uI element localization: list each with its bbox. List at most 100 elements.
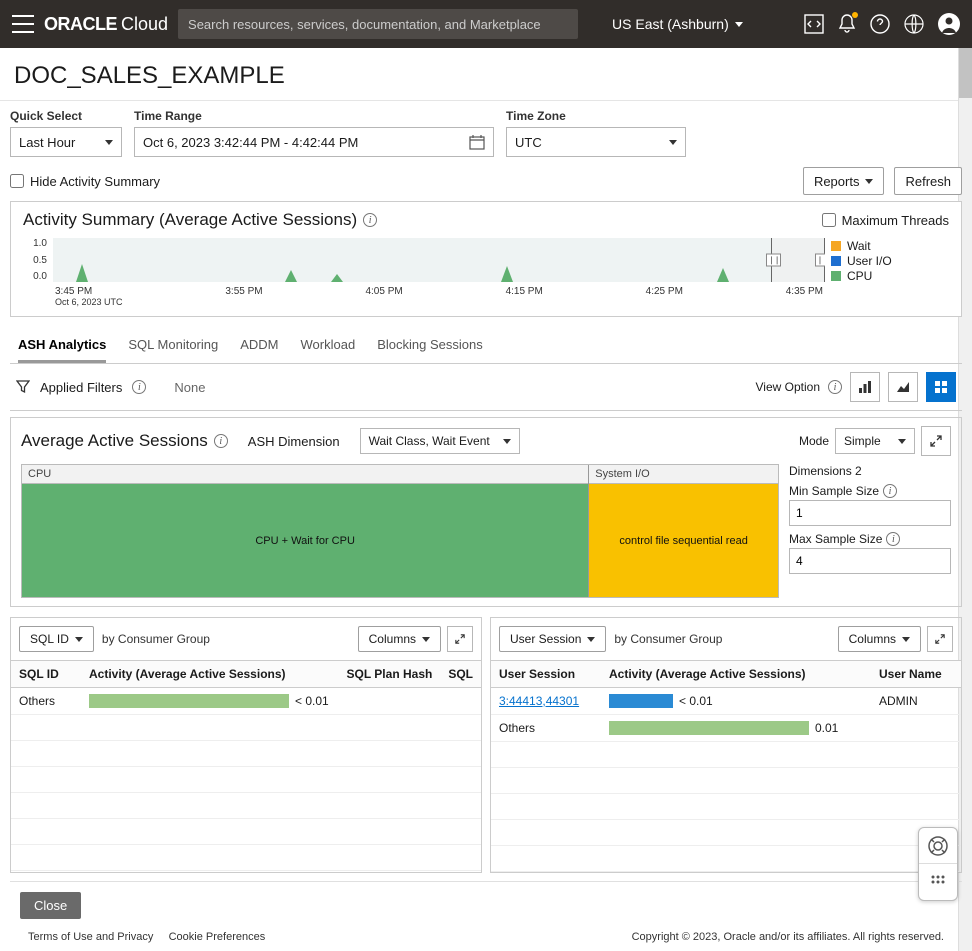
col-sql[interactable]: SQL xyxy=(440,661,481,688)
aas-treemap[interactable]: CPU CPU + Wait for CPU System I/O contro… xyxy=(21,464,779,598)
max-threads-input[interactable] xyxy=(822,213,836,227)
global-search[interactable] xyxy=(178,9,578,39)
quick-select[interactable]: Last Hour xyxy=(10,127,122,157)
help-icon[interactable] xyxy=(870,14,890,34)
max-sample-input[interactable] xyxy=(789,548,951,574)
table-row xyxy=(491,820,961,846)
mode-select[interactable]: Simple xyxy=(835,428,915,454)
table-row xyxy=(11,845,481,871)
table-row xyxy=(491,794,961,820)
aas-title: Average Active Sessions xyxy=(21,431,208,451)
cookies-link[interactable]: Cookie Preferences xyxy=(169,931,266,943)
table-row xyxy=(11,793,481,819)
columns-button[interactable]: Columns xyxy=(838,626,921,652)
chevron-down-icon xyxy=(902,637,910,642)
expand-button[interactable] xyxy=(927,626,953,652)
time-range-value: Oct 6, 2023 3:42:44 PM - 4:42:44 PM xyxy=(143,135,358,150)
view-area-icon[interactable] xyxy=(888,372,918,402)
col-user-name[interactable]: User Name xyxy=(871,661,961,688)
user-session-dropdown[interactable]: User Session xyxy=(499,626,606,652)
tab-addm[interactable]: ADDM xyxy=(240,337,278,363)
activity-value: 0.01 xyxy=(815,721,838,735)
timezone-select[interactable]: UTC xyxy=(506,127,686,157)
tab-blocking-sessions[interactable]: Blocking Sessions xyxy=(377,337,483,363)
table-row xyxy=(491,768,961,794)
ash-dimension-select[interactable]: Wait Class, Wait Event xyxy=(360,428,520,454)
table-row xyxy=(11,741,481,767)
col-user-session[interactable]: User Session xyxy=(491,661,601,688)
hide-summary-checkbox[interactable]: Hide Activity Summary xyxy=(10,174,160,189)
quick-select-label: Quick Select xyxy=(10,109,122,123)
ash-dimension-label: ASH Dimension xyxy=(248,434,340,449)
col-plan-hash[interactable]: SQL Plan Hash xyxy=(339,661,441,688)
expand-button[interactable] xyxy=(447,626,473,652)
treemap-cpu-header: CPU xyxy=(22,465,588,484)
profile-icon[interactable] xyxy=(938,13,960,35)
terms-link[interactable]: Terms of Use and Privacy xyxy=(28,931,153,943)
sql-id-dropdown[interactable]: SQL ID xyxy=(19,626,94,652)
bell-icon[interactable] xyxy=(838,14,856,34)
treemap-cpu-cell[interactable]: CPU + Wait for CPU xyxy=(22,484,588,597)
lifesaver-icon[interactable] xyxy=(919,828,957,864)
reports-label: Reports xyxy=(814,174,860,189)
columns-button[interactable]: Columns xyxy=(358,626,441,652)
session-link[interactable]: 3:44413,44301 xyxy=(499,694,579,708)
info-icon[interactable]: i xyxy=(883,484,897,498)
copyright: Copyright © 2023, Oracle and/or its affi… xyxy=(632,931,944,943)
treemap-io-cell[interactable]: control file sequential read xyxy=(589,484,778,597)
chevron-down-icon xyxy=(503,439,511,444)
activity-summary-panel: Activity Summary (Average Active Session… xyxy=(10,201,962,317)
view-treemap-icon[interactable] xyxy=(926,372,956,402)
region-selector[interactable]: US East (Ashburn) xyxy=(612,16,743,32)
sql-id-table-panel: SQL ID by Consumer Group Columns SQL ID … xyxy=(10,617,482,873)
ash-dimension-value: Wait Class, Wait Event xyxy=(369,434,490,448)
activity-bar xyxy=(609,721,809,735)
chevron-down-icon xyxy=(105,140,113,145)
table-row[interactable]: Others < 0.01 xyxy=(11,688,481,715)
chevron-down-icon xyxy=(865,179,873,184)
session-id: Others xyxy=(491,715,601,742)
reports-button[interactable]: Reports xyxy=(803,167,885,195)
min-sample-input[interactable] xyxy=(789,500,951,526)
summary-chart[interactable]: 3:45 PMOct 6, 2023 UTC 3:55 PM4:05 PM 4:… xyxy=(53,238,825,308)
menu-icon[interactable] xyxy=(12,15,34,33)
close-button[interactable]: Close xyxy=(20,892,81,919)
calendar-icon[interactable] xyxy=(469,134,485,150)
info-icon[interactable]: i xyxy=(132,380,146,394)
funnel-icon[interactable] xyxy=(16,380,30,394)
timezone-value: UTC xyxy=(515,135,542,150)
mode-value: Simple xyxy=(844,434,881,448)
col-sql-id[interactable]: SQL ID xyxy=(11,661,81,688)
info-icon[interactable]: i xyxy=(214,434,228,448)
search-input[interactable] xyxy=(188,17,568,32)
tab-sql-monitoring[interactable]: SQL Monitoring xyxy=(128,337,218,363)
expand-button[interactable] xyxy=(921,426,951,456)
view-bar-icon[interactable] xyxy=(850,372,880,402)
table-row[interactable]: 3:44413,44301 < 0.01 ADMIN xyxy=(491,688,961,715)
table-row[interactable]: Others 0.01 xyxy=(491,715,961,742)
analytics-tabs: ASH Analytics SQL Monitoring ADDM Worklo… xyxy=(10,327,962,364)
col-activity[interactable]: Activity (Average Active Sessions) xyxy=(81,661,339,688)
max-sample-label: Max Sample Size xyxy=(789,532,882,546)
info-icon[interactable]: i xyxy=(828,380,842,394)
footer: Terms of Use and Privacy Cookie Preferen… xyxy=(0,922,972,951)
dimension-controls: Dimensions 2 Min Sample Sizei Max Sample… xyxy=(789,464,951,598)
max-threads-checkbox[interactable]: Maximum Threads xyxy=(822,213,949,228)
time-range[interactable]: Oct 6, 2023 3:42:44 PM - 4:42:44 PM xyxy=(134,127,494,157)
tab-workload[interactable]: Workload xyxy=(301,337,356,363)
help-floater[interactable] xyxy=(918,827,958,901)
top-navbar: ORACLECloud US East (Ashburn) xyxy=(0,0,972,48)
page-title: DOC_SALES_EXAMPLE xyxy=(0,48,972,101)
info-icon[interactable]: i xyxy=(363,213,377,227)
col-activity[interactable]: Activity (Average Active Sessions) xyxy=(601,661,871,688)
grid-icon[interactable] xyxy=(919,864,957,900)
tab-ash-analytics[interactable]: ASH Analytics xyxy=(18,337,106,363)
devtools-icon[interactable] xyxy=(804,14,824,34)
view-option-label: View Option xyxy=(756,380,820,394)
globe-icon[interactable] xyxy=(904,14,924,34)
refresh-button[interactable]: Refresh xyxy=(894,167,962,195)
time-brush[interactable] xyxy=(771,238,825,282)
info-icon[interactable]: i xyxy=(886,532,900,546)
row-sql-id: Others xyxy=(11,688,81,715)
hide-summary-input[interactable] xyxy=(10,174,24,188)
